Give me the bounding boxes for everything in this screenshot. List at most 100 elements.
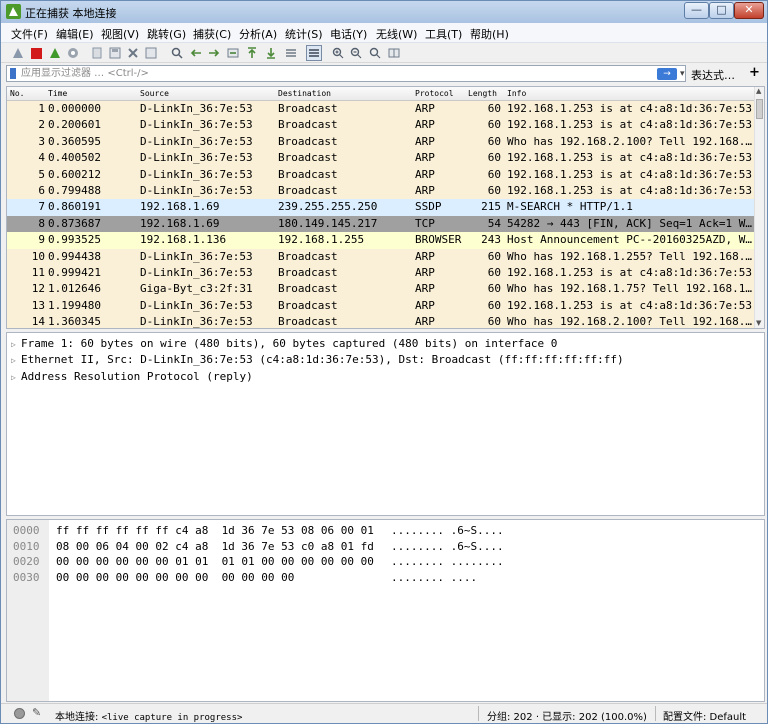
save-icon[interactable]	[107, 45, 123, 61]
maximize-button[interactable]: □	[709, 2, 734, 19]
packet-details-pane: ▷ Frame 1: 60 bytes on wire (480 bits), 6…	[6, 332, 765, 516]
zoom-out-icon[interactable]	[348, 45, 364, 61]
tree-item-ethernet[interactable]: ▷ Ethernet II, Src: D-LinkIn_36:7e:53 (c4…	[11, 353, 624, 366]
menu-edit[interactable]: 编辑(E)	[56, 26, 94, 42]
close-button[interactable]: ✕	[734, 2, 764, 19]
expression-button[interactable]: 表达式…	[691, 67, 735, 83]
profile-status[interactable]: 配置文件: Default	[663, 708, 746, 723]
back-icon[interactable]	[188, 45, 204, 61]
capture-status: 本地连接: <live capture in progress>	[55, 712, 243, 723]
packet-row[interactable]: 8 0.873687 192.168.1.69 180.149.145.217 TCP 5…	[7, 215, 755, 233]
cell-info: Who has 192.168.2.100? Tell 192.168.…	[507, 315, 753, 329]
packet-list-scrollbar[interactable]: ▲ ▼	[754, 87, 764, 328]
hex-offset: 0030	[13, 570, 40, 584]
menu-file[interactable]: 文件(F)	[11, 26, 48, 42]
column-header-destination[interactable]: Destination	[278, 89, 331, 98]
resize-columns-icon[interactable]	[386, 45, 402, 61]
packet-row[interactable]: 12 1.012646 Giga-Byt_c3:2f:31 Broadcast ARP 6…	[7, 281, 755, 298]
packet-row[interactable]: 5 0.600212 D-LinkIn_36:7e:53 Broadcast ARP 60…	[7, 166, 755, 183]
expand-arrow-icon[interactable]: ▷	[11, 373, 21, 382]
restart-icon[interactable]	[47, 45, 63, 61]
cell-length: 60	[487, 102, 501, 115]
options-icon[interactable]	[65, 45, 81, 61]
tree-item-arp[interactable]: ▷ Address Resolution Protocol (reply)	[11, 370, 253, 383]
cell-no: 5	[38, 167, 45, 181]
packet-row[interactable]: 1 0.000000 D-LinkIn_36:7e:53 Broadcast ARP 60…	[7, 101, 755, 118]
column-header-time[interactable]: Time	[48, 89, 67, 98]
expand-arrow-icon[interactable]: ▷	[11, 340, 21, 349]
hex-bytes: 08 00 06 04 00 02 c4 a8 1d 36 7e 53 c0 a…	[56, 539, 374, 553]
cell-no: 11	[31, 265, 45, 279]
minimize-button[interactable]: —	[684, 2, 709, 19]
last-packet-icon[interactable]	[263, 45, 279, 61]
packet-row[interactable]: 9 0.993525 192.168.1.136 192.168.1.255 BROWS…	[7, 232, 755, 249]
forward-icon[interactable]	[206, 45, 222, 61]
scroll-down-icon[interactable]: ▼	[756, 319, 761, 327]
find-icon[interactable]	[169, 45, 185, 61]
column-header-source[interactable]: Source	[140, 89, 169, 98]
zoom-in-icon[interactable]	[330, 45, 346, 61]
hex-bytes: 00 00 00 00 00 00 01 01 01 01 00 00 00 0…	[56, 555, 374, 568]
hex-offset: 0000	[13, 524, 40, 537]
cell-info: 192.168.1.253 is at c4:a8:1d:36:7e:53	[507, 102, 753, 115]
tree-item-frame[interactable]: ▷ Frame 1: 60 bytes on wire (480 bits), 6…	[11, 337, 557, 350]
capture-comment-icon[interactable]: ✎	[32, 706, 41, 719]
column-header-protocol[interactable]: Protocol	[415, 89, 454, 98]
packet-row[interactable]: 13 1.199480 D-LinkIn_36:7e:53 Broadcast ARP 6…	[7, 297, 755, 315]
column-header-info[interactable]: Info	[507, 89, 526, 98]
packet-row[interactable]: 3 0.360595 D-LinkIn_36:7e:53 Broadcast ARP 60…	[7, 133, 755, 151]
status-separator	[655, 706, 656, 721]
expand-arrow-icon[interactable]: ▷	[11, 356, 21, 365]
column-header-no[interactable]: No.	[10, 89, 24, 98]
packet-row[interactable]: 7 0.860191 192.168.1.69 239.255.255.250 SSDP…	[7, 199, 755, 216]
menu-go[interactable]: 跳转(G)	[147, 26, 186, 42]
scrollbar-thumb[interactable]	[756, 99, 763, 119]
menu-wireless[interactable]: 无线(W)	[376, 26, 417, 42]
menu-telephony[interactable]: 电话(Y)	[330, 26, 367, 42]
add-filter-button[interactable]: +	[749, 65, 760, 80]
cell-time: 0.600212	[48, 167, 101, 181]
packet-row[interactable]: 14 1.360345 D-LinkIn_36:7e:53 Broadcast ARP 6…	[7, 314, 755, 329]
cell-time: 0.873687	[48, 216, 101, 230]
expert-info-icon[interactable]	[14, 708, 25, 719]
cell-destination: Broadcast	[278, 249, 338, 263]
packet-row[interactable]: 10 0.994438 D-LinkIn_36:7e:53 Broadcast ARP 6…	[7, 248, 755, 265]
first-packet-icon[interactable]	[244, 45, 260, 61]
menu-view[interactable]: 视图(V)	[101, 26, 139, 42]
shark-fin-icon[interactable]	[10, 45, 26, 61]
cell-source: D-LinkIn_36:7e:53	[140, 134, 253, 148]
cell-time: 0.200601	[48, 118, 101, 132]
menu-tools[interactable]: 工具(T)	[425, 26, 462, 42]
stop-icon[interactable]	[28, 45, 44, 61]
packet-row[interactable]: 4 0.400502 D-LinkIn_36:7e:53 Broadcast ARP 60…	[7, 150, 755, 167]
column-header-length[interactable]: Length	[468, 89, 497, 98]
menu-analyze[interactable]: 分析(A)	[239, 26, 277, 42]
packet-row[interactable]: 6 0.799488 D-LinkIn_36:7e:53 Broadcast ARP 60…	[7, 182, 755, 200]
packet-row[interactable]: 11 0.999421 D-LinkIn_36:7e:53 Broadcast ARP 6…	[7, 264, 755, 282]
bookmark-icon[interactable]	[10, 68, 16, 79]
zoom-normal-icon[interactable]	[367, 45, 383, 61]
main-toolbar	[1, 43, 767, 63]
open-icon[interactable]	[89, 45, 105, 61]
colorize-icon[interactable]	[306, 45, 322, 61]
close-file-icon[interactable]	[125, 45, 141, 61]
cell-length: 60	[487, 315, 501, 329]
cell-time: 0.799488	[48, 183, 101, 197]
apply-filter-button[interactable]: →	[657, 68, 677, 80]
cell-no: 9	[38, 233, 45, 247]
autoscroll-icon[interactable]	[283, 45, 299, 61]
goto-icon[interactable]	[225, 45, 241, 61]
hex-bytes: ff ff ff ff ff ff c4 a8 1d 36 7e 53 08 0…	[56, 524, 374, 537]
cell-info: Host Announcement PC--20160325AZD, W…	[507, 233, 753, 247]
filter-history-dropdown[interactable]: ▾	[680, 69, 685, 79]
menu-capture[interactable]: 捕获(C)	[193, 26, 231, 42]
scroll-up-icon[interactable]: ▲	[756, 87, 761, 95]
menu-help[interactable]: 帮助(H)	[470, 26, 509, 42]
reload-icon[interactable]	[143, 45, 159, 61]
cell-time: 1.360345	[48, 315, 101, 329]
display-filter-input[interactable]	[21, 66, 641, 81]
menu-statistics[interactable]: 统计(S)	[285, 26, 323, 42]
cell-length: 215	[481, 200, 501, 214]
packet-row[interactable]: 2 0.200601 D-LinkIn_36:7e:53 Broadcast ARP 60…	[7, 117, 755, 134]
cell-source: 192.168.1.69	[140, 200, 220, 214]
